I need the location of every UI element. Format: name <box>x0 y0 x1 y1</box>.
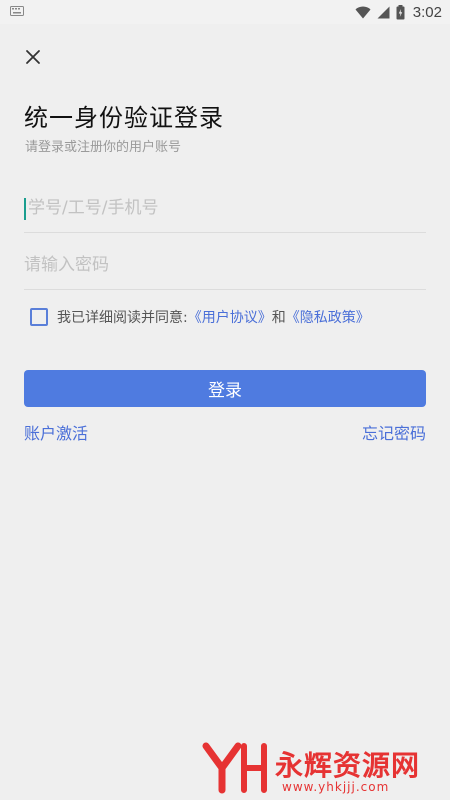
page-title: 统一身份验证登录 <box>24 104 224 132</box>
agreement-prefix: 我已详细阅读并同意: <box>57 310 188 326</box>
signal-icon <box>377 6 390 18</box>
user-agreement-link[interactable]: 《用户协议》 <box>188 307 272 327</box>
close-button[interactable] <box>20 44 46 70</box>
wifi-icon <box>355 6 371 18</box>
agreement-and: 和 <box>271 310 286 326</box>
password-field-container <box>24 245 426 290</box>
keyboard-icon <box>10 6 24 16</box>
privacy-policy-link[interactable]: 《隐私政策》 <box>286 307 370 327</box>
forgot-password-link[interactable]: 忘记密码 <box>362 420 426 444</box>
status-time: 3:02 <box>412 3 442 21</box>
watermark-url: www.yhkjjj.com <box>282 780 390 794</box>
text-cursor <box>24 198 26 220</box>
status-bar: 3:02 <box>0 0 450 24</box>
agreement-row: 我已详细阅读并同意: 《用户协议》 和 《隐私政策》 <box>30 306 370 328</box>
agreement-checkbox[interactable] <box>30 308 48 326</box>
login-button[interactable]: 登录 <box>24 370 426 407</box>
battery-icon <box>396 4 405 19</box>
close-icon <box>26 50 40 64</box>
status-indicators: 3:02 <box>355 2 442 22</box>
watermark-name: 永辉资源网 <box>275 749 421 782</box>
watermark-logo-icon <box>202 742 267 794</box>
username-input[interactable] <box>24 188 430 228</box>
username-field-container <box>24 188 430 233</box>
watermark: 永辉资源网 www.yhkjjj.com <box>200 738 440 798</box>
page-subtitle: 请登录或注册你的用户账号 <box>25 140 182 155</box>
password-input[interactable] <box>24 245 426 285</box>
account-activate-link[interactable]: 账户激活 <box>24 420 88 444</box>
